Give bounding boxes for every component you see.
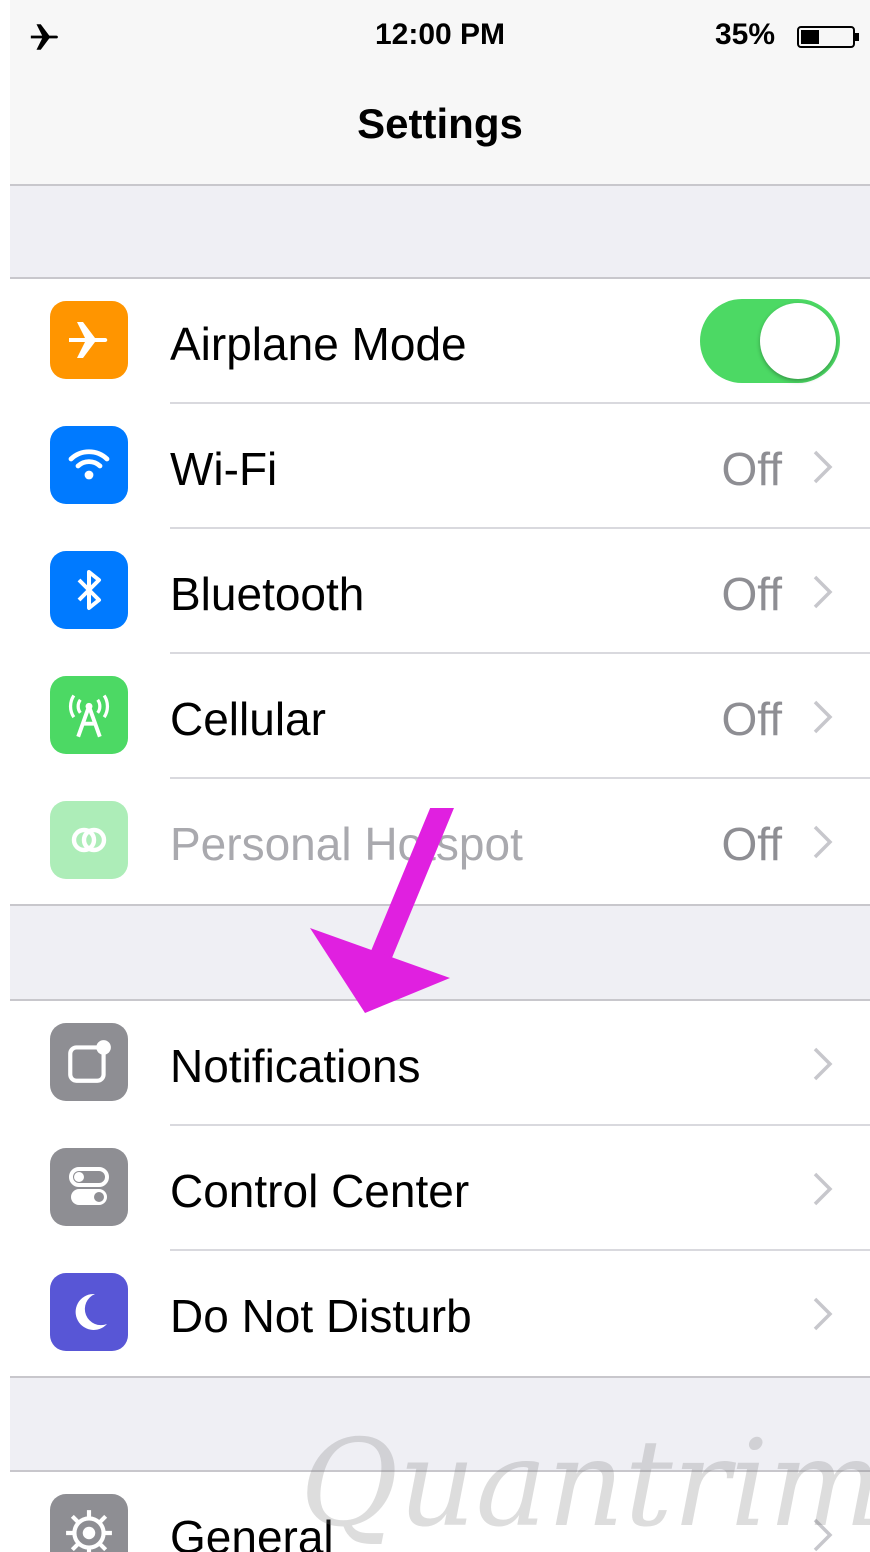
chevron-right-icon [813,1172,833,1206]
row-airplane-mode[interactable]: Airplane Mode [10,279,870,404]
chevron-right-icon [813,825,833,859]
row-label: Cellular [170,693,326,745]
row-label: Do Not Disturb [170,1290,472,1342]
toggle-knob [760,303,836,379]
status-bar: 12:00 PM 35% [10,0,870,80]
row-label: Control Center [170,1165,470,1217]
watermark: Quantrimang [300,1415,870,1552]
row-label: Bluetooth [170,568,365,620]
hotspot-icon [50,801,128,879]
row-label: Airplane Mode [170,318,467,370]
battery-icon [797,26,859,48]
airplane-mode-toggle[interactable] [700,299,840,383]
row-value: Off [721,693,782,745]
row-value: Off [721,818,782,870]
row-wifi[interactable]: Wi-Fi Off [10,404,870,529]
wifi-icon [50,426,128,504]
row-bluetooth[interactable]: Bluetooth Off [10,529,870,654]
row-label: Wi-Fi [170,443,278,495]
gear-icon [50,1494,128,1552]
cellular-icon [50,676,128,754]
control-center-icon [50,1148,128,1226]
row-cellular[interactable]: Cellular Off [10,654,870,779]
chevron-right-icon [813,1297,833,1331]
chevron-right-icon [813,450,833,484]
chevron-right-icon [813,1047,833,1081]
notifications-icon [50,1023,128,1101]
airplane-icon [50,301,128,379]
moon-icon [50,1273,128,1351]
row-do-not-disturb[interactable]: Do Not Disturb [10,1251,870,1376]
chevron-right-icon [813,700,833,734]
row-value: Off [721,568,782,620]
settings-group-system: Notifications Control Center Do Not Dist… [10,999,870,1378]
battery-percent: 35% [715,18,776,51]
row-label: Notifications [170,1040,421,1092]
annotation-arrow-icon [310,808,454,1013]
row-value: Off [721,443,782,495]
nav-bar: Settings [10,80,870,186]
page-title: Settings [357,100,523,147]
settings-screen: 12:00 PM 35% Settings Airplane Mode Wi-F… [10,0,870,1552]
chevron-right-icon [813,575,833,609]
row-control-center[interactable]: Control Center [10,1126,870,1251]
bluetooth-icon [50,551,128,629]
